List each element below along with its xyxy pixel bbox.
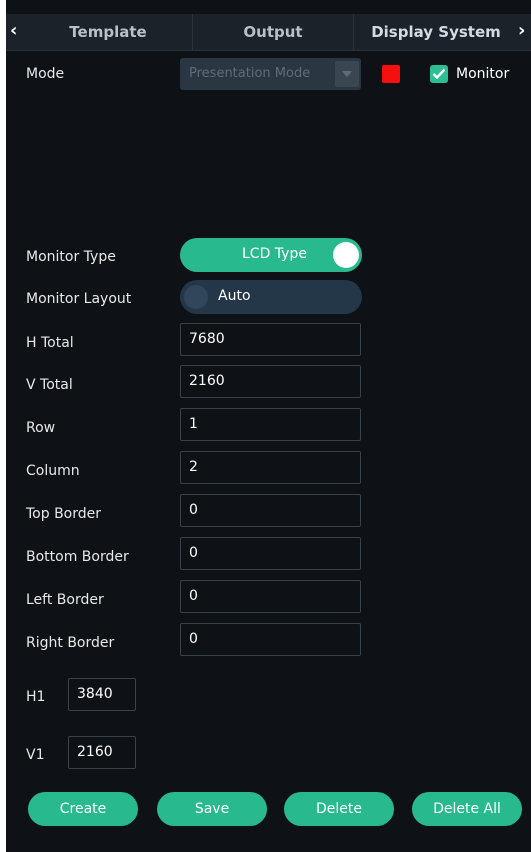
delete-button[interactable]: Delete [284,792,394,826]
chevron-left-icon[interactable]: ‹ [10,20,24,42]
checkmark-icon [432,68,446,80]
mode-select[interactable]: Presentation Mode [180,58,361,90]
v1-label: V1 [26,747,45,763]
tab-template[interactable]: Template [24,14,193,50]
mode-label: Mode [26,66,65,82]
top-border-label: Top Border [26,506,102,522]
column-input[interactable]: 2 [180,451,361,484]
v1-input[interactable]: 2160 [68,736,136,769]
bottom-border-label: Bottom Border [26,549,129,565]
mode-select-value: Presentation Mode [189,66,311,81]
monitor-type-label: Monitor Type [26,249,116,265]
column-label: Column [26,463,80,479]
h1-label: H1 [26,689,46,705]
h-total-label: H Total [26,335,74,351]
monitor-type-value: LCD Type [242,246,307,262]
top-border-input[interactable]: 0 [180,494,361,527]
h1-input[interactable]: 3840 [68,678,136,711]
h-total-input[interactable]: 7680 [180,323,361,356]
tab-bar: ‹ Template Output Display System › [6,14,531,51]
row-input[interactable]: 1 [180,408,361,441]
toggle-knob [333,242,359,268]
color-swatch[interactable] [382,65,400,83]
monitor-layout-toggle[interactable]: Auto [180,280,362,314]
dropdown-button[interactable] [335,61,359,87]
save-button[interactable]: Save [157,792,267,826]
toggle-knob [184,285,208,309]
v-total-input[interactable]: 2160 [180,365,361,398]
tab-display-system[interactable]: Display System [354,14,518,50]
monitor-layout-label: Monitor Layout [26,291,132,307]
create-button[interactable]: Create [28,792,138,826]
left-border-label: Left Border [26,592,104,608]
monitor-type-toggle[interactable]: LCD Type [180,238,362,272]
tab-output[interactable]: Output [193,14,354,50]
v-total-label: V Total [26,377,73,393]
row-label: Row [26,420,56,436]
chevron-right-icon[interactable]: › [518,20,531,42]
monitor-checkbox[interactable] [430,65,448,83]
monitor-label: Monitor [456,66,510,82]
left-border-input[interactable]: 0 [180,580,361,613]
bottom-border-input[interactable]: 0 [180,537,361,570]
display-system-panel: ‹ Template Output Display System › Mode … [6,0,531,852]
triangle-down-icon [342,71,352,77]
delete-all-button[interactable]: Delete All [412,792,522,826]
right-border-label: Right Border [26,635,115,651]
monitor-layout-value: Auto [218,288,251,304]
right-border-input[interactable]: 0 [180,623,361,656]
